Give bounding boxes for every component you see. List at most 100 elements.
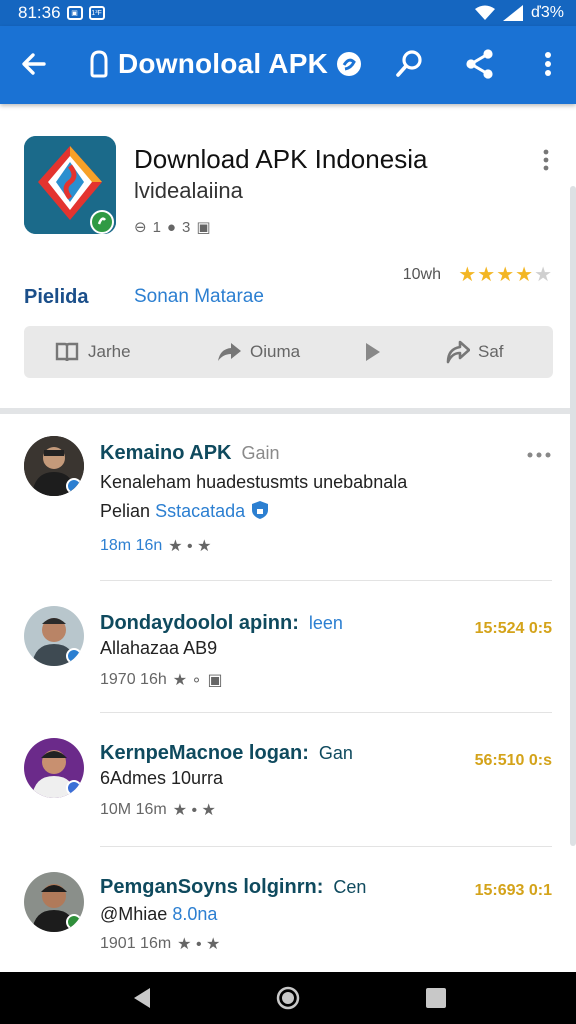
item-subline: Pelian Sstacatada [100,500,270,522]
item-description: 6Admes 10urra [100,768,224,788]
star-empty-icon: ★ [534,264,553,286]
item-timestamp: 56:510 0:s [474,752,552,769]
notification-badge-icon: ▣ [66,6,83,20]
item-meta: 18m 16n ★ • ★ [100,536,211,556]
item-meta: 1970 16h ★ ∘ ▣ [100,670,223,690]
item-title-suffix: Cen [333,877,367,897]
reply-share-icon [446,340,470,364]
shield-badge-icon[interactable] [336,51,362,77]
item-title: PemganSoyns lolginrn: Cen [100,876,366,899]
rating-row: 10wh ★★★★★ [24,258,553,298]
avatar[interactable] [24,606,84,666]
item-title: Kemaino APK Gain [100,442,280,465]
item-title-text: PemganSoyns lolginrn: [100,876,324,898]
item-title-text: KernpeMacnoe logan: [100,742,309,764]
app-meta: ⊖ 1 ● 3 ▣ [134,218,211,237]
system-nav-bar [0,972,576,1024]
list-separator [100,846,552,847]
rating-stars: ★★★★★ [458,262,553,287]
action-button-4[interactable]: Saf [444,326,504,378]
list-separator [100,712,552,713]
item-description-link[interactable]: 8.0na [172,904,217,924]
back-arrow-icon[interactable] [18,48,50,80]
meta-downloads: 1 [152,218,161,236]
search-icon[interactable] [394,48,426,80]
star-icon: ★ [458,264,478,286]
action-button-2[interactable]: Oiuma [216,326,300,378]
action-label: Saf [478,342,504,361]
item-meta-time: 1970 16h [100,671,167,688]
item-title-text: Dondaydoolol apinn: [100,612,299,634]
item-title-suffix: Gain [241,443,280,463]
item-more-icon[interactable] [526,450,552,460]
tab-other[interactable]: Sonan Matarae [134,286,264,308]
status-bar: 81:36 ▣ 1³F ď3% [0,0,576,26]
list-item[interactable]: Dondaydoolol apinn: leen 15:524 0:5 Allah… [24,606,552,706]
verified-badge-icon [66,914,82,930]
downloads-icon: ⊖ [134,219,147,236]
action-button-3[interactable] [360,326,386,378]
book-icon [55,342,79,362]
action-label: Oiuma [250,342,301,361]
item-title-suffix: leen [308,613,343,633]
action-bar: Jarhe Oiuma Saf [24,326,553,378]
list-separator [100,580,552,581]
list-item[interactable]: PemganSoyns lolginrn: Cen 15:693 0:1 @Mhi… [24,872,552,968]
copy-icon: ▣ [207,672,223,689]
star-icon: ★ [477,264,497,286]
item-subline-link[interactable]: Sstacatada [155,501,245,521]
item-timestamp: 15:693 0:1 [474,882,552,899]
verified-badge-icon [66,478,82,494]
list-item[interactable]: Kemaino APK Gain Kenaleham huadestusmts u… [24,436,552,576]
action-button-1[interactable]: Jarhe [54,326,131,378]
forward-arrow-icon [218,343,241,361]
app-bar: Downoloal APK [0,26,576,104]
play-icon [366,343,380,361]
avatar[interactable] [24,436,84,496]
rating-count: 10wh [402,266,441,283]
share-icon[interactable] [464,48,496,80]
action-label: Jarhe [88,342,131,361]
app-developer: lvidealaiina [134,178,243,203]
app-detail-card: Download APK Indonesia lvidealaiina ⊖ 1 … [24,120,553,400]
app-logo-icon [24,136,116,234]
app-name: Download APK Indonesia [134,144,428,174]
item-meta-extra: ★ • ★ [177,936,221,953]
item-title: KernpeMacnoe logan: Gan [100,742,353,765]
item-description-text: @Mhiae [100,904,168,924]
avatar[interactable] [24,738,84,798]
device-icon: ▣ [196,219,211,236]
signal-icon [503,5,524,21]
verified-badge-icon [66,648,82,664]
app-icon[interactable] [24,136,116,234]
item-description: Kenaleham huadestusmts unebabnala [100,472,408,492]
item-meta-extra: ★ • ★ [172,802,216,819]
shield-lock-icon [252,501,269,519]
nav-recents-icon[interactable] [424,986,448,1010]
item-meta-time: 1901 16m [100,935,172,952]
item-title-text: Kemaino APK [100,442,232,464]
star-icon: ★ [515,264,535,286]
nav-back-icon[interactable] [130,986,154,1010]
avatar[interactable] [24,872,84,932]
verified-badge-icon [66,780,82,796]
info-icon: ● [166,218,176,236]
star-icon: ★ [496,264,516,286]
item-meta-extra: ★ ∘ [172,672,202,689]
tab-active[interactable]: Pielida [24,286,88,309]
more-vert-icon[interactable] [532,48,564,80]
item-meta-time: 10M 16m [100,801,167,818]
item-meta-extra: ★ • ★ [168,538,212,555]
list-item[interactable]: KernpeMacnoe logan: Gan 56:510 0:s 6Admes… [24,738,552,838]
item-description: Allahazaa AB9 [100,638,218,658]
notification-app-icon: 1³F [88,6,105,20]
item-description: @Mhiae 8.0na [100,904,217,925]
wifi-icon [475,5,496,20]
card-more-icon[interactable] [539,148,553,172]
item-timestamp: 15:524 0:5 [474,620,552,637]
nav-home-icon[interactable] [276,986,300,1010]
item-meta: 1901 16m ★ • ★ [100,934,220,954]
status-time: 81:36 [18,3,61,22]
page-title: Downoloal APK [118,48,329,79]
scrollbar[interactable] [570,186,576,846]
